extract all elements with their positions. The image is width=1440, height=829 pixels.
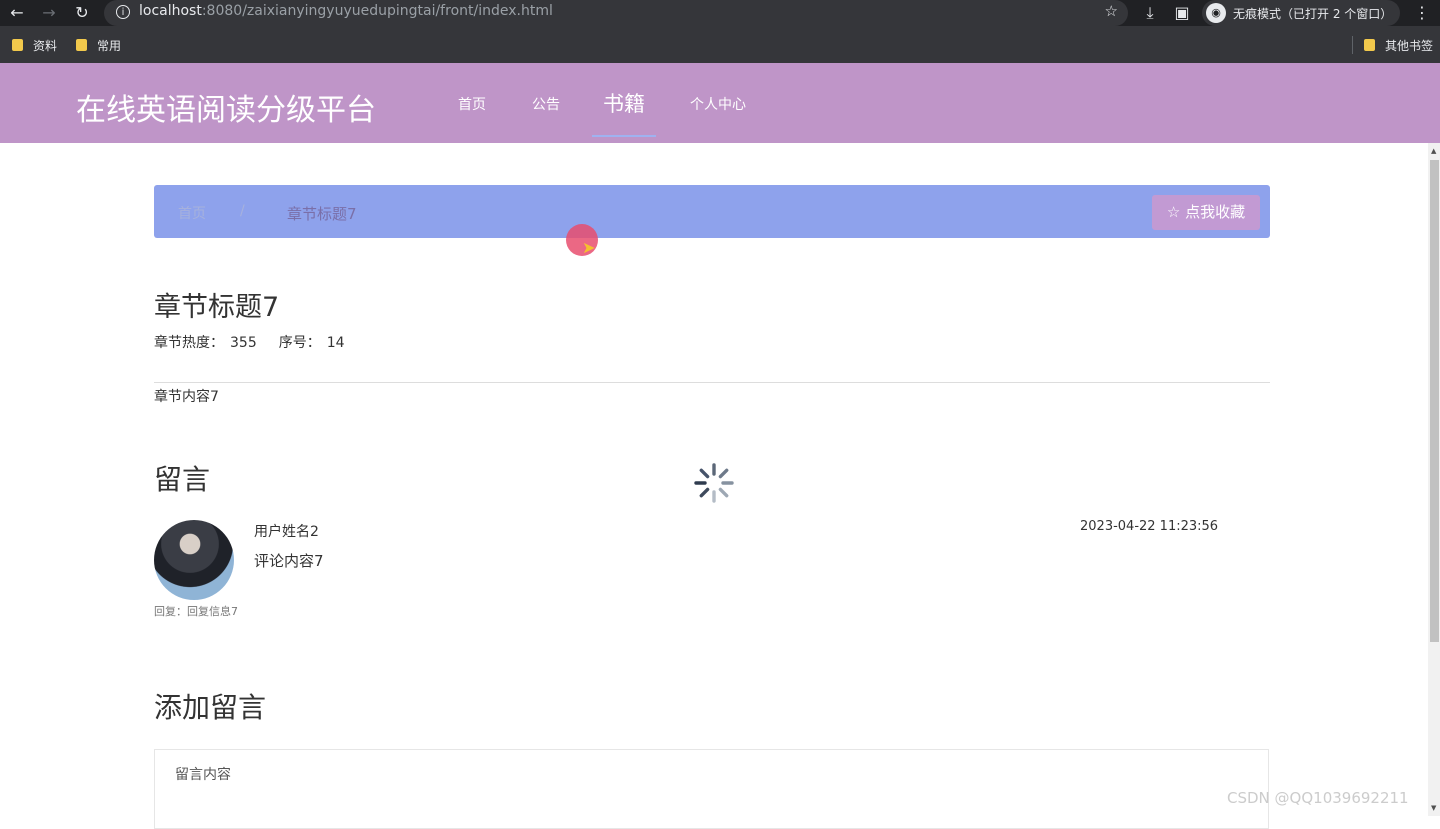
bookmark-folder-2[interactable]: 常用: [76, 37, 121, 54]
forward-icon[interactable]: →: [37, 0, 61, 26]
loading-spinner-icon: [694, 463, 734, 503]
info-icon[interactable]: i: [116, 5, 130, 19]
download-icon[interactable]: ⤓: [1138, 0, 1162, 26]
incognito-label: 无痕模式（已打开 2 个窗口）: [1233, 7, 1393, 21]
order-label: 序号：: [278, 335, 321, 351]
address-bar[interactable]: i localhost:8080/zaixianyingyuyuedupingt…: [104, 0, 1128, 26]
menu-icon[interactable]: ⋮: [1410, 0, 1434, 26]
nav-announcements[interactable]: 公告: [532, 94, 560, 114]
incognito-icon: ◉: [1206, 3, 1226, 23]
mouse-cursor-icon: ➤: [582, 238, 596, 257]
heat-value: 355: [230, 335, 257, 351]
chapter-title: 章节标题7: [154, 292, 280, 323]
add-comment-heading: 添加留言: [154, 691, 267, 724]
sidepanel-icon[interactable]: ▣: [1170, 0, 1194, 26]
order-value: 14: [326, 335, 345, 351]
other-bookmarks[interactable]: 其他书签: [1364, 37, 1433, 54]
bookmarks-divider: [1352, 36, 1353, 54]
site-header: 在线英语阅读分级平台 首页 公告 书籍 个人中心: [0, 63, 1440, 143]
nav-active-indicator: [592, 135, 656, 137]
comment-text: 评论内容7: [254, 552, 324, 570]
comment-reply: 回复：回复信息7: [154, 605, 238, 618]
nav-personal-center[interactable]: 个人中心: [690, 94, 746, 114]
folder-icon: [12, 39, 23, 51]
comment-username: 用户姓名2: [254, 524, 319, 540]
chapter-content: 章节内容7: [154, 389, 219, 405]
bookmark-folder-1[interactable]: 资料: [12, 37, 57, 54]
comments-heading: 留言: [154, 463, 211, 496]
scroll-down-icon[interactable]: ▼: [1431, 804, 1436, 812]
breadcrumb-current: 章节标题7: [287, 205, 357, 223]
nav-home[interactable]: 首页: [458, 94, 486, 114]
breadcrumb-separator: /: [240, 203, 245, 219]
content-divider: [154, 382, 1270, 383]
avatar: [154, 520, 234, 600]
incognito-badge[interactable]: ◉ 无痕模式（已打开 2 个窗口）: [1202, 0, 1400, 26]
nav-books[interactable]: 书籍: [603, 88, 645, 118]
breadcrumb-home[interactable]: 首页: [178, 203, 206, 223]
folder-icon: [1364, 39, 1375, 51]
browser-toolbar: ← → ↻ i localhost:8080/zaixianyingyuyued…: [0, 0, 1440, 26]
star-icon[interactable]: ☆: [1105, 2, 1118, 20]
scroll-up-icon[interactable]: ▲: [1431, 147, 1436, 155]
breadcrumb: 首页 / 章节标题7 ☆ 点我收藏: [154, 185, 1270, 238]
comment-input[interactable]: [154, 749, 1269, 829]
chapter-meta: 章节热度： 355 序号： 14: [154, 332, 351, 352]
url-text[interactable]: localhost:8080/zaixianyingyuyuedupingtai…: [139, 3, 553, 19]
folder-icon: [76, 39, 87, 51]
reload-icon[interactable]: ↻: [70, 0, 94, 26]
scrollbar-thumb[interactable]: [1430, 160, 1439, 642]
back-icon[interactable]: ←: [5, 0, 29, 26]
site-title: 在线英语阅读分级平台: [76, 93, 376, 128]
heat-label: 章节热度：: [154, 335, 224, 351]
favorite-button[interactable]: ☆ 点我收藏: [1152, 195, 1260, 230]
watermark: CSDN @QQ1039692211: [1227, 789, 1409, 807]
comment-timestamp: 2023-04-22 11:23:56: [1080, 519, 1219, 534]
bookmarks-bar: 资料 常用 其他书签: [0, 26, 1440, 63]
